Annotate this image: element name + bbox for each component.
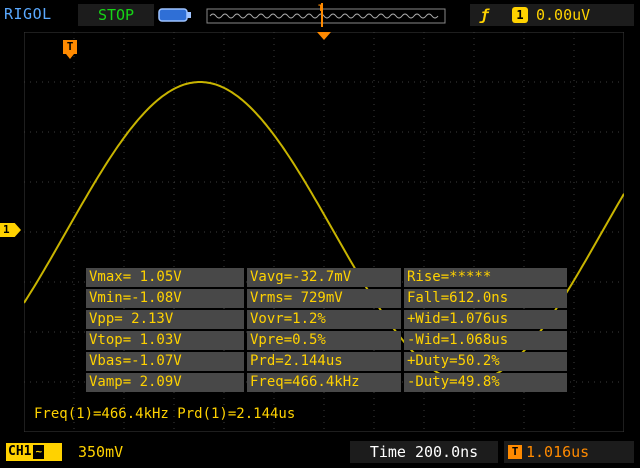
measurement-item: Fall=612.0ns [404, 289, 567, 308]
delay-value: 1.016us [526, 443, 590, 461]
rising-edge-icon: ƒ [480, 6, 490, 24]
frequency-period-readout: Freq(1)=466.4kHz Prd(1)=2.144us [34, 406, 296, 422]
bottom-status-bar: CH1 ~ 350mV Time 200.0ns T 1.016us [0, 438, 640, 468]
measurement-item: Vmax= 1.05V [86, 268, 244, 287]
measurement-row: Vamp= 2.09V Freq=466.4kHz -Duty=49.8% [86, 373, 568, 394]
trigger-settings[interactable]: ƒ 1 0.00uV [470, 4, 634, 26]
memory-overview-icon: T [206, 3, 446, 27]
measurement-item: -Wid=1.068us [404, 331, 567, 350]
measurement-item: Vpp= 2.13V [86, 310, 244, 329]
measurement-item: +Wid=1.076us [404, 310, 567, 329]
channel1-scale[interactable]: 350mV [78, 443, 123, 461]
measurement-item: Vbas=-1.07V [86, 352, 244, 371]
horizontal-delay[interactable]: T 1.016us [504, 441, 634, 463]
measurement-item: Vamp= 2.09V [86, 373, 244, 392]
channel1-offset-marker[interactable]: 1 [0, 223, 21, 237]
measurement-row: Vbas=-1.07V Prd=2.144us +Duty=50.2% [86, 352, 568, 373]
timebase-readout[interactable]: Time 200.0ns [350, 441, 498, 463]
measurement-item: -Duty=49.8% [404, 373, 567, 392]
svg-text:T: T [318, 4, 324, 14]
measurement-row: Vmin=-1.08V Vrms= 729mV Fall=612.0ns [86, 289, 568, 310]
measurement-row: Vmax= 1.05V Vavg=-32.7mV Rise=***** [86, 268, 568, 289]
measurement-panel: Vmax= 1.05V Vavg=-32.7mV Rise=***** Vmin=-1… [86, 268, 568, 394]
run-stop-status[interactable]: STOP [78, 4, 154, 26]
trigger-level: 0.00uV [536, 6, 591, 24]
trigger-position-pointer [317, 32, 331, 40]
measurement-item: Vavg=-32.7mV [247, 268, 401, 287]
measurement-item: Vtop= 1.03V [86, 331, 244, 350]
trigger-source-badge: 1 [512, 7, 528, 23]
ac-coupling-icon: ~ [33, 445, 45, 459]
measurement-item: Prd=2.144us [247, 352, 401, 371]
channel1-badge[interactable]: CH1 ~ [6, 443, 62, 461]
measurement-item: Rise=***** [404, 268, 567, 287]
battery-icon [158, 8, 191, 22]
measurement-item: Vovr=1.2% [247, 310, 401, 329]
measurement-item: Vpre=0.5% [247, 331, 401, 350]
brand-logo: RIGOL [4, 5, 52, 23]
measurement-item: Freq=466.4kHz [247, 373, 401, 392]
measurement-item: Vmin=-1.08V [86, 289, 244, 308]
top-status-bar: RIGOL STOP T ƒ 1 0.00uV [0, 0, 640, 30]
measurement-item: +Duty=50.2% [404, 352, 567, 371]
trigger-delay-icon: T [508, 445, 522, 459]
measurement-row: Vtop= 1.03V Vpre=0.5% -Wid=1.068us [86, 331, 568, 352]
measurement-item: Vrms= 729mV [247, 289, 401, 308]
trigger-marker[interactable]: T [63, 40, 77, 59]
channel1-label: CH1 [8, 444, 32, 459]
measurement-row: Vpp= 2.13V Vovr=1.2% +Wid=1.076us [86, 310, 568, 331]
